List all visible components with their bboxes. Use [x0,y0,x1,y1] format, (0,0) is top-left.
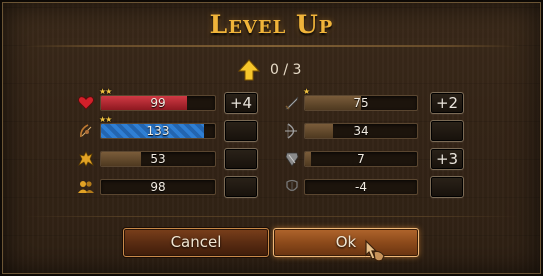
sword-icon [282,94,302,112]
charisma-plus-button[interactable] [224,176,258,198]
button-divider [24,216,519,217]
points-counter: 0 / 3 [270,62,302,78]
attack-value: 75 [353,96,369,110]
ok-button[interactable]: Ok [273,228,419,257]
defense-bar: -4 [304,179,418,195]
armor-value: 7 [357,152,365,166]
health-plus-button[interactable]: +4 [224,92,258,114]
people-icon [76,178,96,196]
charisma-bar: 98 [100,179,216,195]
strength-plus-button[interactable] [224,148,258,170]
dexterity-value: 133 [146,124,170,138]
attack-plus-button[interactable]: +2 [430,92,464,114]
title-divider [24,45,519,47]
level-up-dialog: Level Up 0 / 3 99 ★★ +4 133 ★★ 53 98 75 … [0,0,543,276]
defense-value: -4 [355,180,367,194]
bow-icon [282,122,302,140]
available-points: 0 / 3 [238,57,301,83]
dexterity-plus-button[interactable] [224,120,258,142]
ranged-value: 34 [353,124,369,138]
heart-icon [76,94,96,112]
stat-stars: ★★ [99,87,112,96]
shield-icon [282,178,302,196]
defense-plus-button[interactable] [430,176,464,198]
stat-stars: ★ [303,87,310,96]
dialog-title: Level Up [209,10,334,39]
strength-bar: 53 [100,151,216,167]
ranged-bar: 34 [304,123,418,139]
dexterity-bar: 133 [100,123,216,139]
strength-value: 53 [150,152,166,166]
bow-hand-icon [76,122,96,140]
lion-icon [76,150,96,168]
armor-plus-button[interactable]: +3 [430,148,464,170]
up-arrow-icon [238,59,260,81]
hand-cursor-icon [365,239,385,262]
attack-bar: 75 [304,95,418,111]
health-bar: 99 [100,95,216,111]
charisma-value: 98 [150,180,166,194]
stat-stars: ★★ [99,115,112,124]
armor-icon [282,150,302,168]
armor-bar: 7 [304,151,418,167]
health-value: 99 [150,96,166,110]
ranged-plus-button[interactable] [430,120,464,142]
cancel-button[interactable]: Cancel [123,228,269,257]
